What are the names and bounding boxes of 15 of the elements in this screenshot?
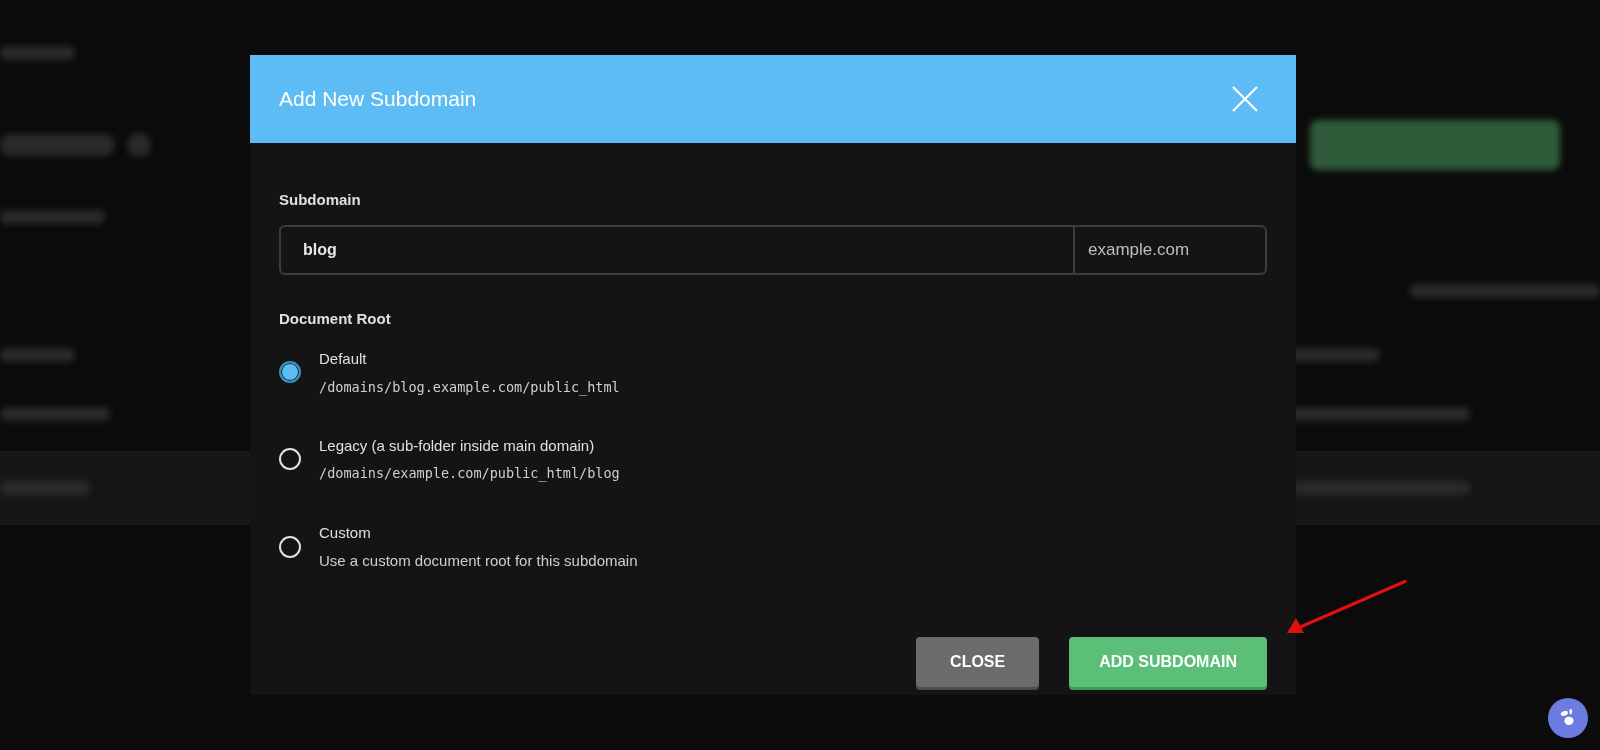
blurred-icon [127,133,151,157]
option-label: Legacy (a sub-folder inside main domain) [319,435,596,456]
radio-button[interactable] [279,361,301,384]
field-label: Document Root [279,308,392,329]
chat-icon[interactable] [1548,698,1588,738]
path-text: /domains/example.com/public_html/blog [319,464,620,484]
close-button[interactable]: CLOSE [916,636,1040,687]
option-description: Use a custom document root for this subdomain [319,551,638,571]
option-label: Custom [319,522,372,543]
option-label: Default [319,349,368,369]
domain-suffix: example.com [1075,224,1267,275]
subdomain-input[interactable]: blog [279,224,1075,275]
dialog-title: Add New Subdomain [279,86,477,113]
field-label: Subdomain [279,190,362,210]
path-text: /domains/blog.example.com/public_html [319,377,620,397]
